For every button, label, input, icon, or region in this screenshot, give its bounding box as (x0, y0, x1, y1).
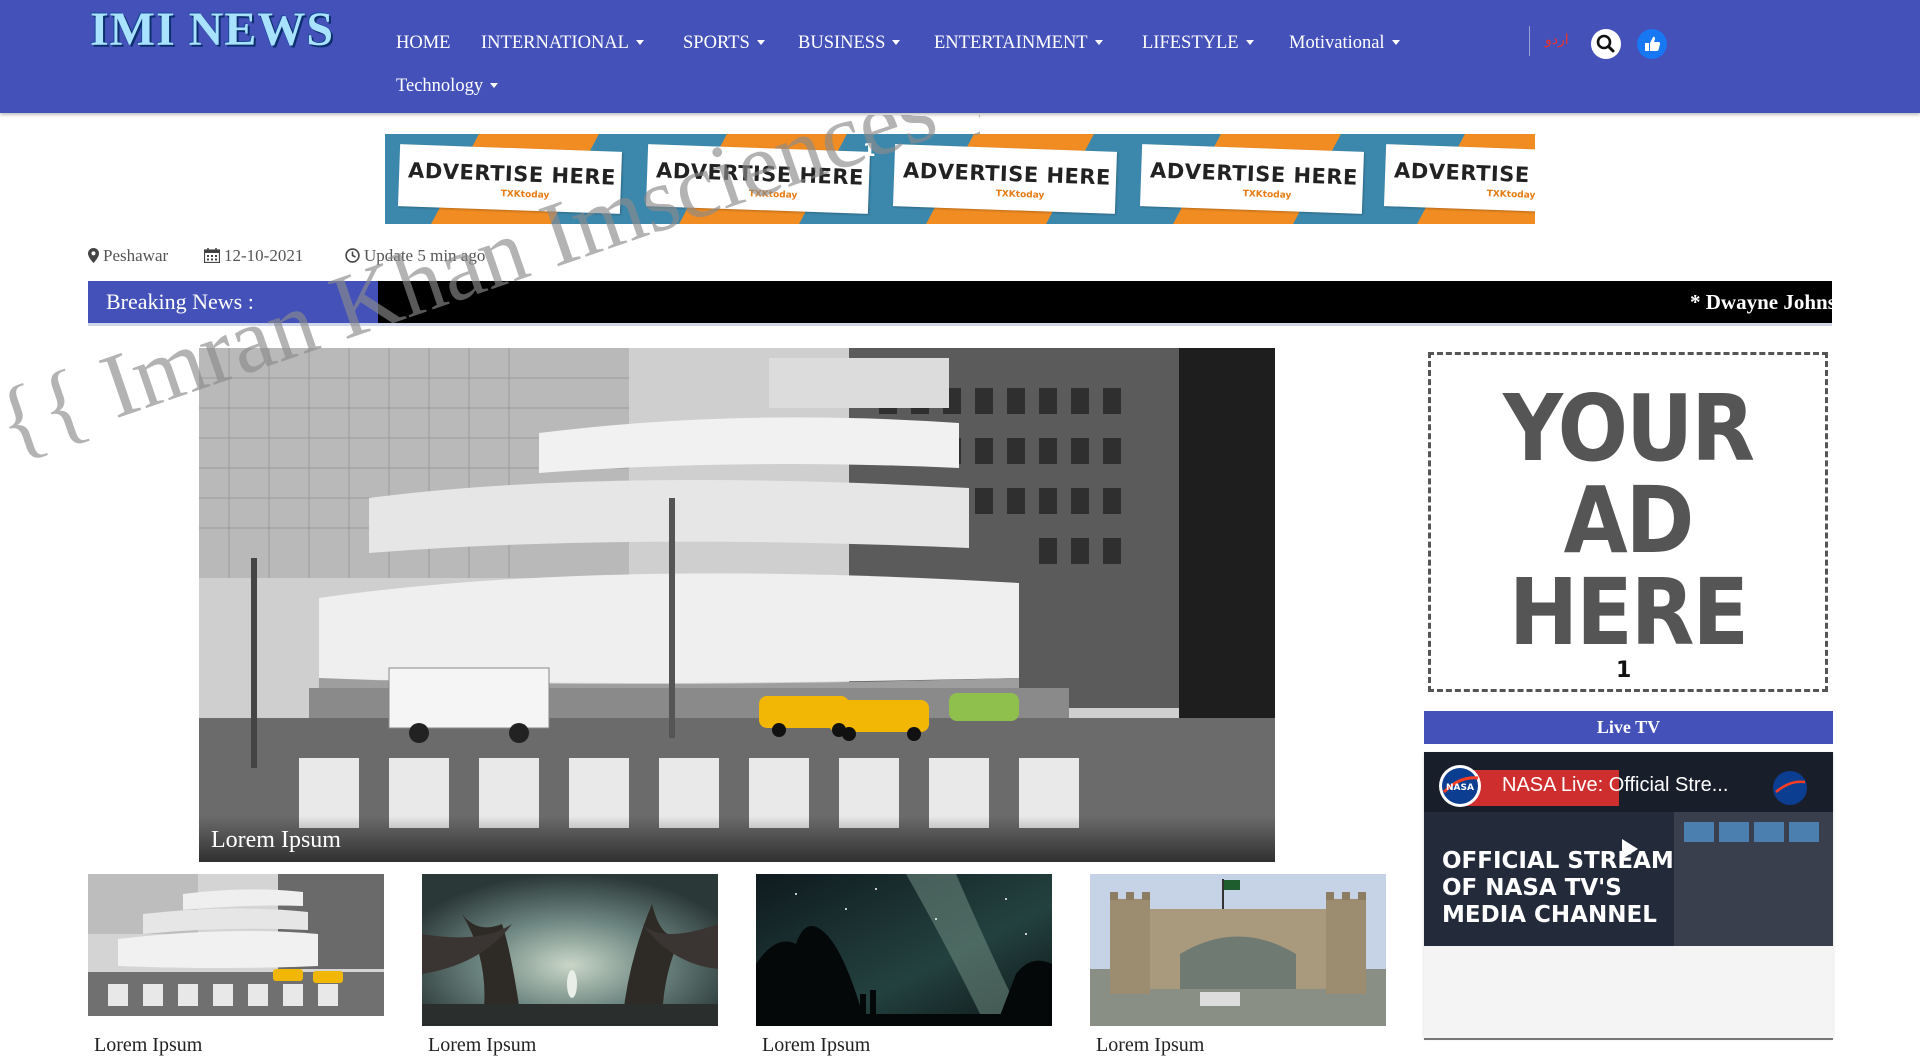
live-tv-heading: Live TV (1424, 711, 1833, 744)
ad-panel: ADVERTISE HERE TXKtoday (1371, 134, 1535, 224)
news-card-title[interactable]: Lorem Ipsum (1090, 1034, 1386, 1057)
search-icon (1596, 34, 1615, 53)
museum-image (199, 348, 1275, 862)
nav-business[interactable]: BUSINESS (798, 33, 901, 54)
forest-thumbnail[interactable] (422, 874, 718, 1026)
ad-brand-text: TXKtoday (748, 189, 798, 201)
hero-caption: Lorem Ipsum (199, 816, 1275, 862)
nasa-meatball-icon (1773, 771, 1807, 805)
news-card[interactable]: Lorem Ipsum (88, 874, 384, 1057)
urdu-language-link[interactable]: اردو (1545, 32, 1569, 49)
news-card[interactable]: Lorem Ipsum (756, 874, 1052, 1057)
top-ad-banner[interactable]: ADVERTISE HERE TXKtoday ADVERTISE HERE T… (385, 134, 1535, 224)
night-sky-thumbnail[interactable] (756, 874, 1052, 1026)
ad-brand-text: TXKtoday (1486, 189, 1535, 201)
nav-international[interactable]: INTERNATIONAL (481, 33, 644, 54)
date-info: 12-10-2021 (203, 246, 304, 266)
date-text: 12-10-2021 (224, 246, 304, 265)
nav-technology-label: Technology (396, 76, 484, 96)
museum-thumbnail[interactable] (88, 874, 384, 1026)
caret-down-icon (892, 40, 901, 45)
caret-down-icon (635, 40, 644, 45)
nav-sports-label: SPORTS (683, 33, 750, 53)
nav-sports[interactable]: SPORTS (683, 33, 765, 54)
caret-down-icon (490, 83, 499, 88)
thumbs-up-icon (1645, 36, 1661, 51)
ad-brand-text: TXKtoday (995, 189, 1045, 201)
nav-home-label: HOME (396, 33, 451, 53)
caret-down-icon (1391, 40, 1400, 45)
svg-text:NASA: NASA (1446, 783, 1474, 793)
ticker-text[interactable]: * Dwayne Johnson s (1690, 281, 1832, 323)
video-title[interactable]: NASA Live: Official Stre... (1502, 774, 1728, 797)
search-button[interactable] (1591, 29, 1621, 59)
ad-panel: ADVERTISE HERE TXKtoday (385, 134, 631, 224)
nav-lifestyle-label: LIFESTYLE (1142, 33, 1239, 53)
ad-line: AD (1563, 467, 1695, 574)
update-info: Update 5 min ago (345, 246, 485, 266)
nav-lifestyle[interactable]: LIFESTYLE (1142, 33, 1254, 54)
caret-down-icon (1094, 40, 1103, 45)
nav-divider (1529, 26, 1530, 56)
nav-technology[interactable]: Technology (396, 76, 499, 97)
update-text: Update 5 min ago (364, 246, 486, 265)
nav-business-label: BUSINESS (798, 33, 886, 53)
location-info: Peshawar (88, 246, 168, 266)
sidebar-ad[interactable]: YOUR AD HERE 1 (1428, 352, 1828, 692)
nav-home[interactable]: HOME (396, 33, 450, 54)
location-text: Peshawar (103, 246, 169, 265)
ad-brand-text: TXKtoday (500, 189, 550, 201)
hero-caption-text[interactable]: Lorem Ipsum (211, 827, 341, 854)
sidebar-divider (1424, 1038, 1833, 1040)
breaking-news-bar: Breaking News : * Dwayne Johnson s (88, 281, 1832, 326)
calendar-icon (203, 248, 221, 264)
news-card-title[interactable]: Lorem Ipsum (756, 1034, 1052, 1057)
hero-image[interactable]: Lorem Ipsum (199, 348, 1275, 862)
overlay-line: MEDIA CHANNEL (1442, 902, 1657, 928)
nav-international-label: INTERNATIONAL (481, 33, 629, 53)
breaking-news-label: Breaking News : (88, 281, 378, 323)
like-button[interactable] (1637, 29, 1667, 59)
ad-line: YOUR (1503, 375, 1755, 482)
site-logo[interactable]: IMI NEWS (90, 2, 334, 57)
ad-panel: ADVERTISE HERE TXKtoday (880, 134, 1126, 224)
live-tv-panel: NASA NASA Live: Official Stre... OFFICIA… (1424, 752, 1833, 1038)
news-card-title[interactable]: Lorem Ipsum (422, 1034, 718, 1057)
nav-entertainment[interactable]: ENTERTAINMENT (934, 33, 1103, 54)
caret-down-icon (1245, 40, 1254, 45)
live-video-embed[interactable]: NASA NASA Live: Official Stre... OFFICIA… (1424, 752, 1833, 946)
map-marker-icon (88, 248, 99, 263)
play-icon[interactable] (1614, 834, 1644, 864)
ad-panel: ADVERTISE HERE TXKtoday (1127, 134, 1373, 224)
nav-entertainment-label: ENTERTAINMENT (934, 33, 1088, 53)
ad-line: HERE (1508, 559, 1749, 666)
top-navbar: IMI NEWS HOME INTERNATIONAL SPORTS BUSIN… (0, 0, 1920, 113)
ad-number: 1 (1616, 658, 1632, 683)
news-ticker[interactable]: * Dwayne Johnson s (378, 281, 1832, 323)
fort-gate-thumbnail[interactable] (1090, 874, 1386, 1026)
clock-icon (345, 248, 360, 263)
news-card[interactable]: Lorem Ipsum (1090, 874, 1386, 1057)
ad-panel: ADVERTISE HERE TXKtoday (633, 134, 879, 224)
nav-motivational[interactable]: Motivational (1289, 33, 1400, 54)
news-card[interactable]: Lorem Ipsum (422, 874, 718, 1057)
overlay-line: OF NASA TV'S (1442, 875, 1622, 901)
nav-motivational-label: Motivational (1289, 33, 1385, 53)
news-card-title[interactable]: Lorem Ipsum (88, 1034, 384, 1057)
nasa-logo-icon: NASA (1439, 765, 1481, 807)
ad-number: 1 (863, 140, 876, 161)
ad-brand-text: TXKtoday (1242, 189, 1292, 201)
caret-down-icon (756, 40, 765, 45)
